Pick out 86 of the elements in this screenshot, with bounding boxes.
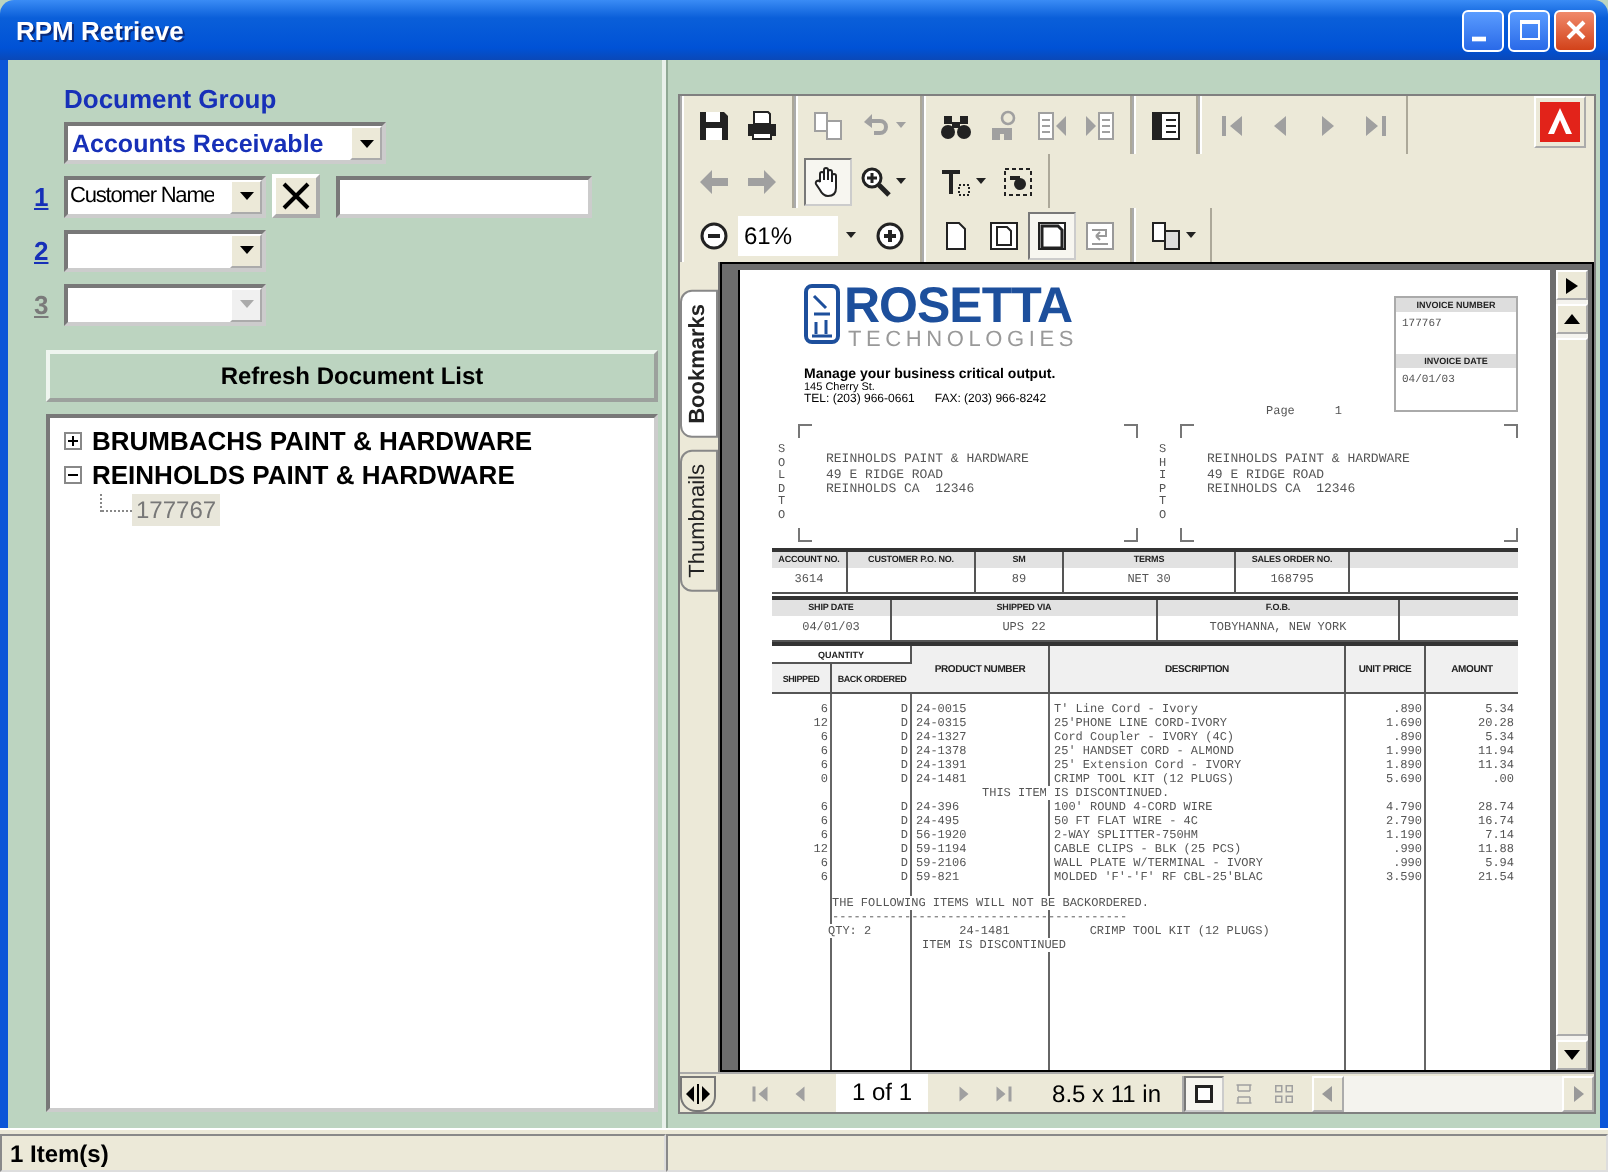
corner-mark	[1504, 424, 1518, 438]
copy-icon	[812, 109, 844, 141]
horizontal-scrollbar[interactable]	[1311, 1075, 1594, 1111]
panel-icon	[1150, 109, 1182, 141]
splitter-button[interactable]	[680, 1075, 716, 1111]
criterion-dropdown[interactable]	[64, 229, 266, 271]
page-icon	[988, 219, 1020, 251]
split-arrows-icon	[686, 1083, 710, 1103]
plus-icon	[874, 219, 906, 251]
criterion-number: 3	[34, 289, 51, 319]
minimize-button[interactable]	[1462, 9, 1504, 51]
printer-icon	[746, 109, 778, 141]
minus-icon	[698, 219, 730, 251]
window-title: RPM Retrieve	[16, 15, 184, 45]
page-icon	[1036, 219, 1068, 251]
page-arrow-icon	[1036, 109, 1068, 141]
first-icon	[748, 1081, 772, 1105]
show-pane-button[interactable]	[1556, 270, 1588, 300]
value-field[interactable]	[336, 175, 592, 217]
criterion-number: 2	[34, 235, 51, 265]
minus-icon	[64, 466, 82, 484]
reflow-icon	[1084, 219, 1116, 251]
criterion-dropdown[interactable]: Customer Name	[64, 175, 266, 217]
tree-item[interactable]: 177767	[132, 493, 221, 525]
clear-icon	[282, 182, 310, 210]
close-icon	[1563, 18, 1587, 42]
logo-icon	[804, 284, 840, 344]
field-label: Document Group	[64, 84, 279, 116]
page-arrow-icon	[1084, 109, 1116, 141]
side-tab[interactable]: Bookmarks	[680, 290, 718, 438]
corner-mark	[798, 424, 812, 438]
snapshot-icon	[1002, 165, 1034, 197]
zoom-field[interactable]: 61%	[738, 215, 838, 255]
corner-mark	[1123, 528, 1137, 542]
minimize-icon	[1472, 35, 1486, 41]
clear-button[interactable]	[272, 174, 320, 218]
scroll-down-button[interactable]	[1556, 1040, 1588, 1070]
caret-icon	[239, 192, 253, 200]
hand-tool-button[interactable]	[804, 157, 852, 205]
corner-mark	[1179, 424, 1193, 438]
document-group-dropdown[interactable]: Accounts Receivable	[64, 122, 386, 164]
undo-icon	[860, 109, 892, 141]
page-icon	[1191, 1081, 1216, 1105]
corner-mark	[1123, 424, 1137, 438]
corner-mark	[1504, 528, 1518, 542]
header-band	[1400, 600, 1518, 616]
expand-toggle[interactable]	[64, 464, 86, 486]
maximize-icon	[1517, 18, 1541, 42]
company-name: ROSETTA	[844, 284, 1075, 330]
corner-mark	[1179, 528, 1193, 542]
up-arrow-icon	[1564, 314, 1580, 324]
scroll-left-button[interactable]	[1311, 1075, 1344, 1111]
page-icon	[940, 219, 972, 251]
page-indicator: 1 of 1	[836, 1074, 929, 1112]
continuous-icon	[1231, 1081, 1256, 1105]
status-text: 1 Item(s)	[0, 1134, 666, 1172]
right-arrow-icon	[1573, 1085, 1583, 1101]
tree-item[interactable]: REINHOLDS PAINT & HARDWARE	[92, 460, 515, 490]
company-subtitle: TECHNOLOGIES	[848, 330, 1079, 352]
magnifier-icon	[860, 165, 892, 197]
arrow-icon	[1566, 277, 1578, 293]
forward-arrow-icon	[746, 165, 778, 197]
criterion-number: 1	[34, 181, 51, 211]
plus-icon	[64, 432, 82, 450]
text-select-icon	[940, 165, 972, 197]
caret-icon	[359, 139, 373, 147]
tree-item[interactable]: BRUMBACHS PAINT & HARDWARE	[92, 426, 533, 456]
caret-icon	[239, 246, 253, 254]
refresh-button[interactable]: Refresh Document List	[46, 350, 658, 402]
back-arrow-icon	[698, 165, 730, 197]
logo-icon	[1534, 96, 1586, 148]
page-size: 8.5 x 11 in	[1052, 1079, 1162, 1107]
close-button[interactable]	[1554, 9, 1596, 51]
caret-icon	[239, 300, 253, 308]
fit-width-button[interactable]	[1028, 211, 1076, 259]
down-arrow-icon	[1564, 1050, 1580, 1060]
side-tab[interactable]: Thumbnails	[680, 449, 718, 592]
last-icon	[992, 1081, 1017, 1105]
pages-icon	[1150, 219, 1182, 251]
corner-mark	[798, 528, 812, 542]
scroll-up-button[interactable]	[1556, 304, 1588, 334]
left-arrow-icon	[1322, 1085, 1333, 1101]
grid-icon	[1271, 1081, 1296, 1105]
expand-toggle[interactable]	[64, 430, 86, 452]
single-page-button[interactable]	[1183, 1075, 1224, 1111]
maximize-button[interactable]	[1508, 9, 1550, 51]
